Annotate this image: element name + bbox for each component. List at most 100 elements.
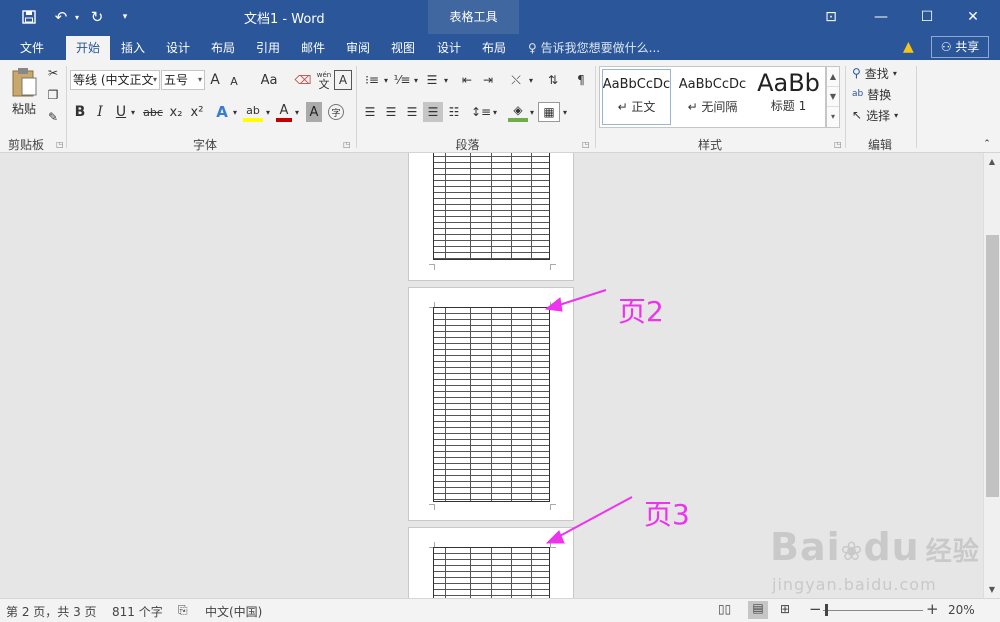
save-icon[interactable] — [18, 6, 40, 28]
zoom-out-button[interactable]: − — [809, 600, 822, 618]
phonetic-guide-icon[interactable]: wén 文 — [314, 68, 334, 92]
undo-icon[interactable]: ↶ — [50, 6, 72, 28]
bullets-dropdown-icon[interactable]: ▾ — [382, 72, 390, 88]
paste-button[interactable]: 粘贴 — [8, 100, 40, 116]
align-center-icon[interactable]: ☰ — [381, 102, 401, 122]
ribbon-display-options-icon[interactable]: ⊡ — [808, 0, 854, 34]
distributed-icon[interactable]: ☷ — [444, 102, 464, 122]
underline-dropdown-icon[interactable]: ▾ — [129, 104, 137, 120]
print-layout-icon[interactable]: ▤ — [748, 601, 768, 619]
text-effects-dropdown-icon[interactable]: ▾ — [231, 104, 239, 120]
enclose-characters-icon[interactable]: 字 — [327, 102, 345, 122]
shading-dropdown-icon[interactable]: ▾ — [528, 104, 536, 120]
paragraph-launcher-icon[interactable]: ◳ — [582, 140, 590, 149]
highlight-icon[interactable]: ab — [243, 102, 263, 122]
styles-launcher-icon[interactable]: ◳ — [834, 140, 842, 149]
tab-layout[interactable]: 布局 — [202, 36, 244, 60]
style-no-spacing[interactable]: AaBbCcDc ↵ 无间隔 — [675, 67, 750, 127]
multilevel-dropdown-icon[interactable]: ▾ — [442, 72, 450, 88]
underline-button[interactable]: U — [113, 102, 129, 122]
borders-dropdown-icon[interactable]: ▾ — [561, 104, 569, 120]
font-launcher-icon[interactable]: ◳ — [343, 140, 351, 149]
shrink-font-icon[interactable]: A — [227, 72, 241, 90]
show-marks-icon[interactable]: ¶ — [571, 70, 591, 90]
highlight-dropdown-icon[interactable]: ▾ — [264, 104, 272, 120]
tab-home[interactable]: 开始 — [66, 36, 110, 60]
paste-icon[interactable] — [8, 64, 40, 100]
document-canvas[interactable]: 页2 页3 Bai❀du 经验 jingyan.baidu.com — [0, 153, 983, 598]
shading-bucket-icon[interactable]: ◈ — [508, 102, 528, 122]
maximize-icon[interactable]: ☐ — [904, 0, 950, 34]
language-indicator[interactable]: 中文(中国) — [205, 603, 262, 620]
tab-review[interactable]: 审阅 — [337, 36, 379, 60]
read-mode-icon[interactable]: ▯▯ — [718, 602, 731, 616]
bullets-icon[interactable]: ⁝≡ — [362, 70, 382, 90]
style-heading-1[interactable]: AaBb 标题 1 — [752, 67, 825, 127]
asian-layout-icon[interactable]: ⤬ — [505, 70, 527, 90]
font-name-select[interactable]: 等线 (中文正文 ▾ — [70, 70, 160, 90]
italic-button[interactable]: I — [92, 102, 108, 122]
find-button[interactable]: ⚲ 查找 ▾ — [852, 64, 910, 82]
warning-icon[interactable]: ▲ — [903, 39, 914, 55]
word-count[interactable]: 811 个字 — [112, 603, 163, 620]
tab-table-layout[interactable]: 布局 — [473, 36, 515, 60]
text-effects-icon[interactable]: A — [214, 102, 230, 122]
zoom-level[interactable]: 20% — [948, 603, 975, 617]
subscript-button[interactable]: x₂ — [167, 102, 185, 122]
proofing-icon[interactable]: ⎘ — [178, 603, 188, 618]
tab-table-design[interactable]: 设计 — [428, 36, 470, 60]
replace-button[interactable]: ab 替换 — [852, 85, 910, 103]
style-normal[interactable]: AaBbCcDc ↵ 正文 — [600, 67, 673, 127]
web-layout-icon[interactable]: ⊞ — [780, 602, 790, 616]
increase-indent-icon[interactable]: ⇥ — [478, 70, 498, 90]
tell-me-search[interactable]: ♀ 告诉我您想要做什么... — [528, 36, 660, 60]
select-button[interactable]: ↖ 选择 ▾ — [852, 106, 910, 124]
strikethrough-button[interactable]: abc — [141, 102, 165, 122]
align-left-icon[interactable]: ☰ — [360, 102, 380, 122]
tab-file[interactable]: 文件 — [10, 36, 54, 60]
page-count[interactable]: 第 2 页，共 3 页 — [6, 603, 97, 620]
undo-dropdown-icon[interactable]: ▾ — [72, 6, 82, 28]
redo-icon[interactable]: ↻ — [86, 6, 108, 28]
copy-icon[interactable]: ❐ — [44, 86, 62, 104]
superscript-button[interactable]: x² — [188, 102, 206, 122]
font-color-icon[interactable]: A — [276, 102, 292, 122]
zoom-in-button[interactable]: + — [926, 600, 939, 618]
chevron-down-icon[interactable]: ▼ — [827, 87, 839, 107]
font-color-dropdown-icon[interactable]: ▾ — [293, 104, 301, 120]
tab-design[interactable]: 设计 — [157, 36, 199, 60]
clipboard-launcher-icon[interactable]: ◳ — [56, 140, 64, 149]
multilevel-list-icon[interactable]: ☰ — [422, 70, 442, 90]
align-right-icon[interactable]: ☰ — [402, 102, 422, 122]
numbering-icon[interactable]: ⅟≡ — [392, 70, 412, 90]
zoom-slider-thumb[interactable] — [825, 604, 828, 616]
character-shading-icon[interactable]: A — [306, 102, 322, 122]
line-spacing-dropdown-icon[interactable]: ▾ — [491, 104, 499, 120]
tab-mailings[interactable]: 邮件 — [292, 36, 334, 60]
tab-view[interactable]: 视图 — [382, 36, 424, 60]
clear-formatting-icon[interactable]: ⌫ — [294, 70, 312, 90]
borders-icon[interactable]: ▦ — [538, 102, 560, 122]
asian-layout-dropdown-icon[interactable]: ▾ — [527, 72, 535, 88]
more-styles-icon[interactable]: ▾ — [827, 107, 839, 127]
zoom-slider-track[interactable] — [823, 610, 923, 611]
collapse-ribbon-icon[interactable]: ⌃ — [980, 138, 994, 150]
tab-insert[interactable]: 插入 — [112, 36, 154, 60]
format-painter-icon[interactable]: ✎ — [44, 108, 62, 126]
decrease-indent-icon[interactable]: ⇤ — [457, 70, 477, 90]
change-case-button[interactable]: Aa — [254, 70, 284, 90]
cut-icon[interactable]: ✂ — [44, 64, 62, 82]
line-spacing-icon[interactable]: ↕≡ — [471, 102, 491, 122]
character-border-icon[interactable]: A — [334, 70, 352, 90]
chevron-up-icon[interactable]: ▲ — [827, 67, 839, 87]
scrollbar-thumb[interactable] — [986, 235, 999, 497]
justify-icon[interactable]: ☰ — [423, 102, 443, 122]
tab-references[interactable]: 引用 — [247, 36, 289, 60]
grow-font-icon[interactable]: A — [207, 70, 223, 90]
font-size-select[interactable]: 五号 ▾ — [161, 70, 205, 90]
minimize-icon[interactable]: — — [858, 0, 904, 34]
share-button[interactable]: ⚇ 共享 — [931, 36, 989, 58]
numbering-dropdown-icon[interactable]: ▾ — [412, 72, 420, 88]
close-icon[interactable]: ✕ — [950, 0, 996, 34]
bold-button[interactable]: B — [72, 102, 88, 122]
